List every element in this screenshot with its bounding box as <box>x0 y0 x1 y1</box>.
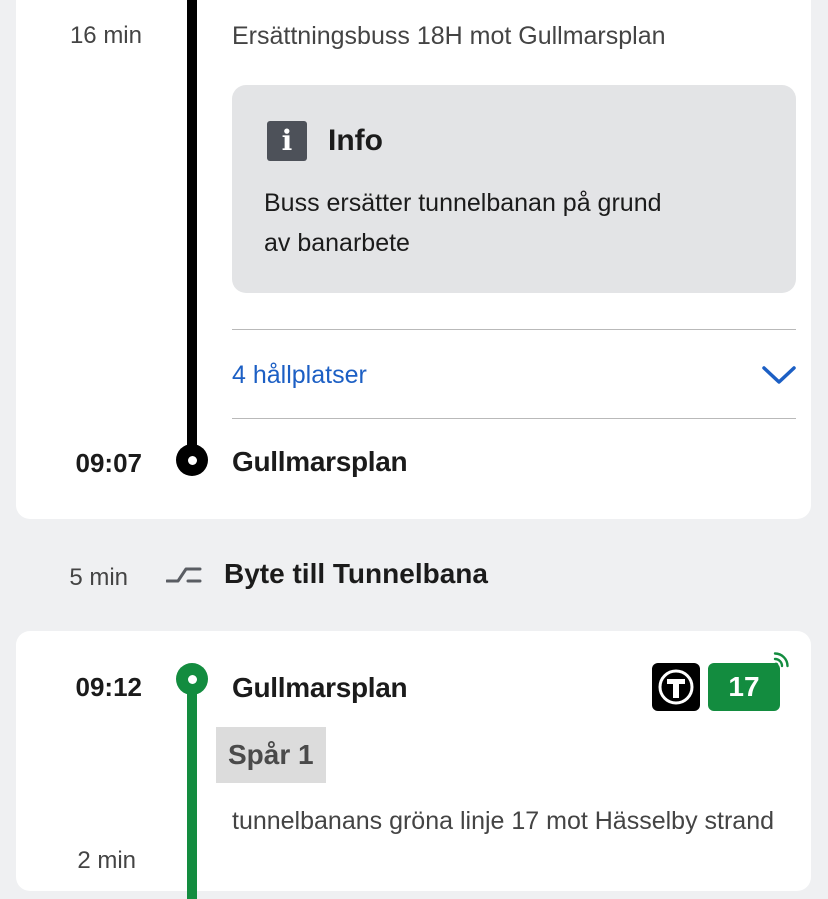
transfer-label: Byte till Tunnelbana <box>224 558 488 589</box>
leg-duration: 2 min <box>77 847 136 874</box>
stop-dot <box>176 663 208 695</box>
bus-route-line <box>187 0 197 460</box>
info-box: i Info Buss ersätter tunnelbanan på grun… <box>232 85 796 293</box>
leg-description: Ersättningsbuss 18H mot Gullmarsplan <box>232 22 666 50</box>
departure-stop[interactable]: Gullmarsplan <box>232 672 408 704</box>
info-body: Buss ersätter tunnelbanan på grund av ba… <box>264 189 662 257</box>
line-number-badge: 17 <box>708 663 780 711</box>
divider <box>232 329 796 330</box>
stops-count-link[interactable]: 4 hållplatser <box>232 361 367 390</box>
bus-leg-card: 16 min Ersättningsbuss 18H mot Gullmarsp… <box>16 0 811 519</box>
metro-t-icon <box>652 663 700 711</box>
info-title: Info <box>328 124 383 157</box>
arrival-stop[interactable]: Gullmarsplan <box>232 446 408 478</box>
metro-route-line <box>187 679 197 899</box>
info-icon: i <box>267 121 307 161</box>
transfer-walk-icon <box>166 567 202 583</box>
chevron-down-icon[interactable] <box>762 365 796 385</box>
track-badge: Spår 1 <box>216 727 326 783</box>
leg-duration: 16 min <box>69 22 142 49</box>
stops-expander[interactable]: 4 hållplatser <box>232 350 796 400</box>
transfer-duration: 5 min <box>69 564 128 591</box>
leg-description: tunnelbanans gröna linje 17 mot Hässelby… <box>232 807 775 835</box>
arrival-time: 09:07 <box>75 448 143 478</box>
stop-dot <box>176 444 208 476</box>
departure-time: 09:12 <box>75 672 143 702</box>
divider <box>232 418 796 419</box>
realtime-icon <box>773 652 789 668</box>
metro-leg-card: 09:12 Gullmarsplan 17 Spår 1 tunnelbanan… <box>16 631 811 899</box>
